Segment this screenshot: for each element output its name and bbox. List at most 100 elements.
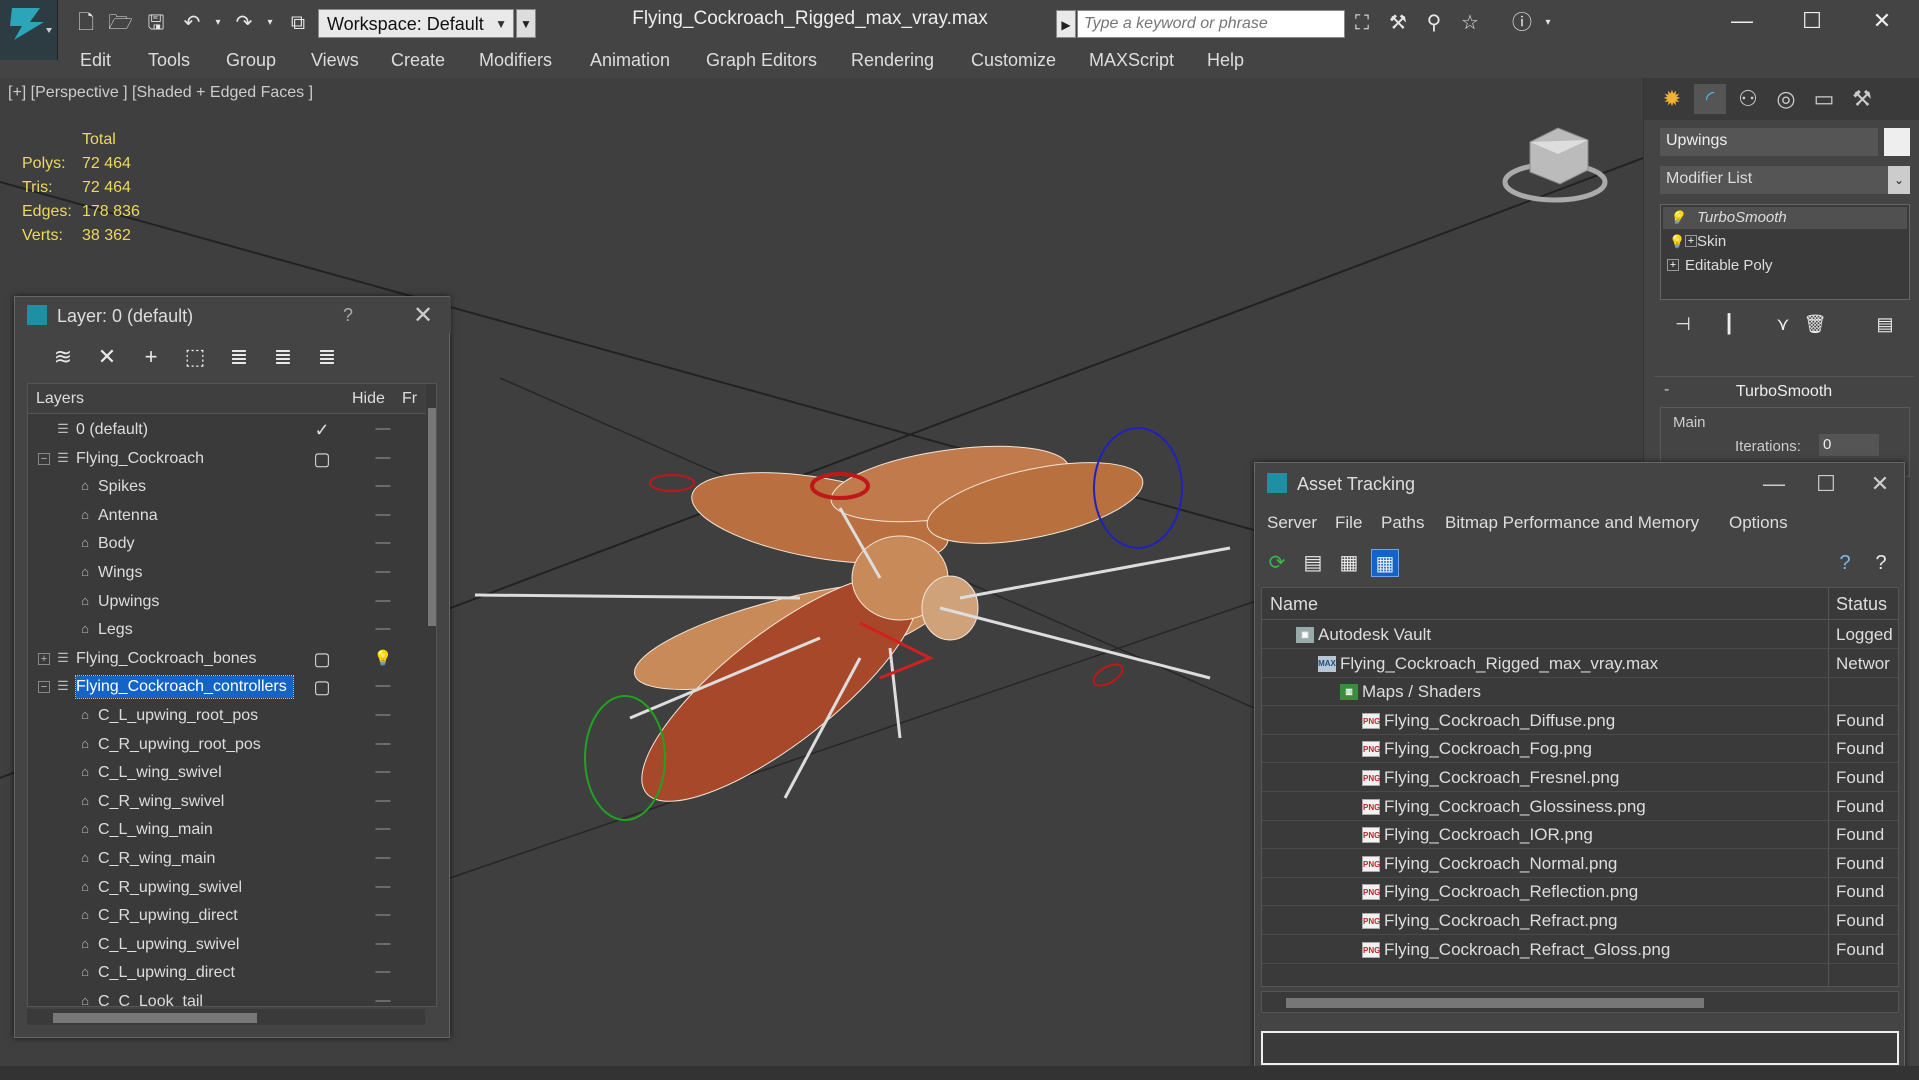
lightbulb-icon[interactable]: 💡 xyxy=(1669,231,1685,253)
maximize-icon[interactable]: ☐ xyxy=(1811,471,1841,497)
select-layer-icon[interactable]: ≣ xyxy=(225,343,253,371)
menu-paths[interactable]: Paths xyxy=(1381,513,1424,533)
highlight-layer-icon[interactable]: ≣ xyxy=(269,343,297,371)
about-icon[interactable]: ? xyxy=(1867,549,1895,577)
asset-row[interactable]: ▣ Autodesk Vault Logged xyxy=(1262,621,1898,649)
menu-help[interactable]: Help xyxy=(1207,50,1244,71)
asset-row[interactable]: MAX Flying_Cockroach_Rigged_max_vray.max N… xyxy=(1262,650,1898,678)
menu-options[interactable]: Options xyxy=(1729,513,1788,533)
menu-rendering[interactable]: Rendering xyxy=(851,50,934,71)
object-row[interactable]: ⌂ C_C_Look_tail — xyxy=(28,988,426,1006)
set-current-layer-icon[interactable]: ▢ xyxy=(312,649,332,670)
expand-icon[interactable]: + xyxy=(38,652,50,665)
layer-row[interactable]: − ☰ Flying_Cockroach ▢ — xyxy=(28,445,426,473)
minimize-button[interactable]: — xyxy=(1722,6,1762,36)
rollout-title[interactable]: TurboSmooth xyxy=(1654,383,1914,401)
scrollbar-thumb[interactable] xyxy=(428,408,436,626)
hide-toggle-icon[interactable]: — xyxy=(372,449,394,469)
object-row[interactable]: ⌂ C_L_wing_main — xyxy=(28,816,426,844)
stack-item-skin[interactable]: 💡 + Skin xyxy=(1663,231,1907,253)
search-input[interactable] xyxy=(1077,10,1345,38)
object-row[interactable]: ⌂ Body — xyxy=(28,530,426,558)
hide-toggle-icon[interactable]: — xyxy=(372,592,394,612)
hide-toggle-icon[interactable]: — xyxy=(372,735,394,755)
hide-toggle-icon[interactable]: — xyxy=(372,563,394,583)
object-row[interactable]: ⌂ C_L_upwing_root_pos — xyxy=(28,702,426,730)
hide-toggle-icon[interactable]: — xyxy=(372,878,394,898)
column-freeze[interactable]: Fr xyxy=(402,390,417,408)
hide-toggle-icon[interactable]: — xyxy=(372,906,394,926)
refresh-icon[interactable]: ⟳ xyxy=(1263,549,1291,577)
close-icon[interactable]: ✕ xyxy=(413,301,433,330)
add-layer-icon[interactable]: + xyxy=(137,343,165,371)
layer-window-titlebar[interactable]: Layer: 0 (default) ? ✕ xyxy=(15,297,451,333)
search-expand-button[interactable]: ▶ xyxy=(1056,10,1076,38)
stack-item-editable-poly[interactable]: + Editable Poly xyxy=(1663,255,1907,277)
current-layer-check-icon[interactable]: ✓ xyxy=(312,420,332,441)
hide-toggle-icon[interactable]: — xyxy=(372,534,394,554)
new-file-icon[interactable]: 🗋 xyxy=(74,12,98,34)
column-name[interactable]: Name xyxy=(1270,594,1318,615)
close-icon[interactable]: ✕ xyxy=(1865,471,1895,497)
modify-tab-icon[interactable]: ◜ xyxy=(1694,84,1726,114)
menu-maxscript[interactable]: MAXScript xyxy=(1089,50,1174,71)
lightbulb-icon[interactable]: 💡 xyxy=(1669,207,1685,229)
favorites-star-icon[interactable]: ☆ xyxy=(1458,12,1482,34)
hide-toggle-icon[interactable]: — xyxy=(372,992,394,1006)
tools-icon[interactable]: ⚒ xyxy=(1386,12,1410,34)
object-row[interactable]: ⌂ C_R_upwing_root_pos — xyxy=(28,731,426,759)
horizontal-scrollbar[interactable] xyxy=(27,1009,425,1025)
make-unique-icon[interactable]: ⋎ xyxy=(1770,314,1796,336)
remove-modifier-icon[interactable]: 🗑 xyxy=(1802,314,1828,336)
display-tab-icon[interactable]: ▭ xyxy=(1808,84,1840,114)
asset-row[interactable]: PNG Flying_Cockroach_Glossiness.png Found xyxy=(1262,793,1898,821)
column-layers[interactable]: Layers xyxy=(36,390,84,408)
menu-tools[interactable]: Tools xyxy=(148,50,190,71)
layer-settings-icon[interactable]: ≋ xyxy=(49,343,77,371)
asset-window-titlebar[interactable]: Asset Tracking — ☐ ✕ xyxy=(1255,463,1906,503)
utilities-tab-icon[interactable]: ⚒ xyxy=(1846,84,1878,114)
object-row[interactable]: ⌂ C_R_wing_main — xyxy=(28,845,426,873)
asset-row[interactable]: PNG Flying_Cockroach_Refract.png Found xyxy=(1262,907,1898,935)
table-view-icon[interactable]: ▦ xyxy=(1371,549,1399,577)
set-current-layer-icon[interactable]: ▢ xyxy=(312,449,332,470)
menu-create[interactable]: Create xyxy=(391,50,445,71)
close-button[interactable]: ✕ xyxy=(1862,6,1902,36)
hide-toggle-icon[interactable]: — xyxy=(372,706,394,726)
hide-toggle-icon[interactable]: — xyxy=(372,849,394,869)
maximize-button[interactable]: ☐ xyxy=(1792,6,1832,36)
hide-toggle-icon[interactable]: — xyxy=(372,620,394,640)
help-icon[interactable]: ⓘ xyxy=(1510,12,1534,34)
menu-views[interactable]: Views xyxy=(311,50,359,71)
pin-stack-icon[interactable]: ⊣ xyxy=(1670,314,1696,336)
column-hide[interactable]: Hide xyxy=(352,390,385,408)
object-row[interactable]: ⌂ C_L_upwing_direct — xyxy=(28,959,426,987)
hide-toggle-icon[interactable]: — xyxy=(372,820,394,840)
help-icon[interactable]: ? xyxy=(1831,549,1859,577)
asset-row[interactable]: PNG Flying_Cockroach_Normal.png Found xyxy=(1262,850,1898,878)
menu-edit[interactable]: Edit xyxy=(80,50,111,71)
redo-icon[interactable]: ↷ xyxy=(232,12,256,34)
object-name-field[interactable]: Upwings xyxy=(1660,128,1878,156)
object-row[interactable]: ⌂ Legs — xyxy=(28,616,426,644)
object-row[interactable]: ⌂ C_L_wing_swivel — xyxy=(28,759,426,787)
object-row[interactable]: ⌂ C_L_upwing_swivel — xyxy=(28,931,426,959)
vertical-scrollbar[interactable] xyxy=(426,384,436,1006)
menu-group[interactable]: Group xyxy=(226,50,276,71)
open-file-icon[interactable]: 🗁 xyxy=(108,12,133,34)
object-row[interactable]: ⌂ C_R_wing_swivel — xyxy=(28,788,426,816)
save-file-icon[interactable]: 🖫 xyxy=(144,12,168,34)
iterations-spinner[interactable]: 0 xyxy=(1819,434,1879,456)
scrollbar-thumb[interactable] xyxy=(53,1013,257,1023)
sign-in-icon[interactable]: ⚲ xyxy=(1422,12,1446,34)
help-dropdown-icon[interactable]: ▾ xyxy=(1536,12,1560,34)
menu-customize[interactable]: Customize xyxy=(971,50,1056,71)
asset-row[interactable]: PNG Flying_Cockroach_Refract_Gloss.png Fou… xyxy=(1262,936,1898,964)
hierarchy-tab-icon[interactable]: ⚇ xyxy=(1732,84,1764,114)
lightbulb-icon[interactable]: 💡 xyxy=(372,649,394,669)
menu-graph-editors[interactable]: Graph Editors xyxy=(706,50,817,71)
layer-row[interactable]: + ☰ Flying_Cockroach_bones ▢ 💡 xyxy=(28,645,426,673)
object-row[interactable]: ⌂ C_R_upwing_swivel — xyxy=(28,874,426,902)
asset-row[interactable]: PNG Flying_Cockroach_Fog.png Found xyxy=(1262,735,1898,764)
asset-row[interactable]: PNG Flying_Cockroach_IOR.png Found xyxy=(1262,821,1898,850)
